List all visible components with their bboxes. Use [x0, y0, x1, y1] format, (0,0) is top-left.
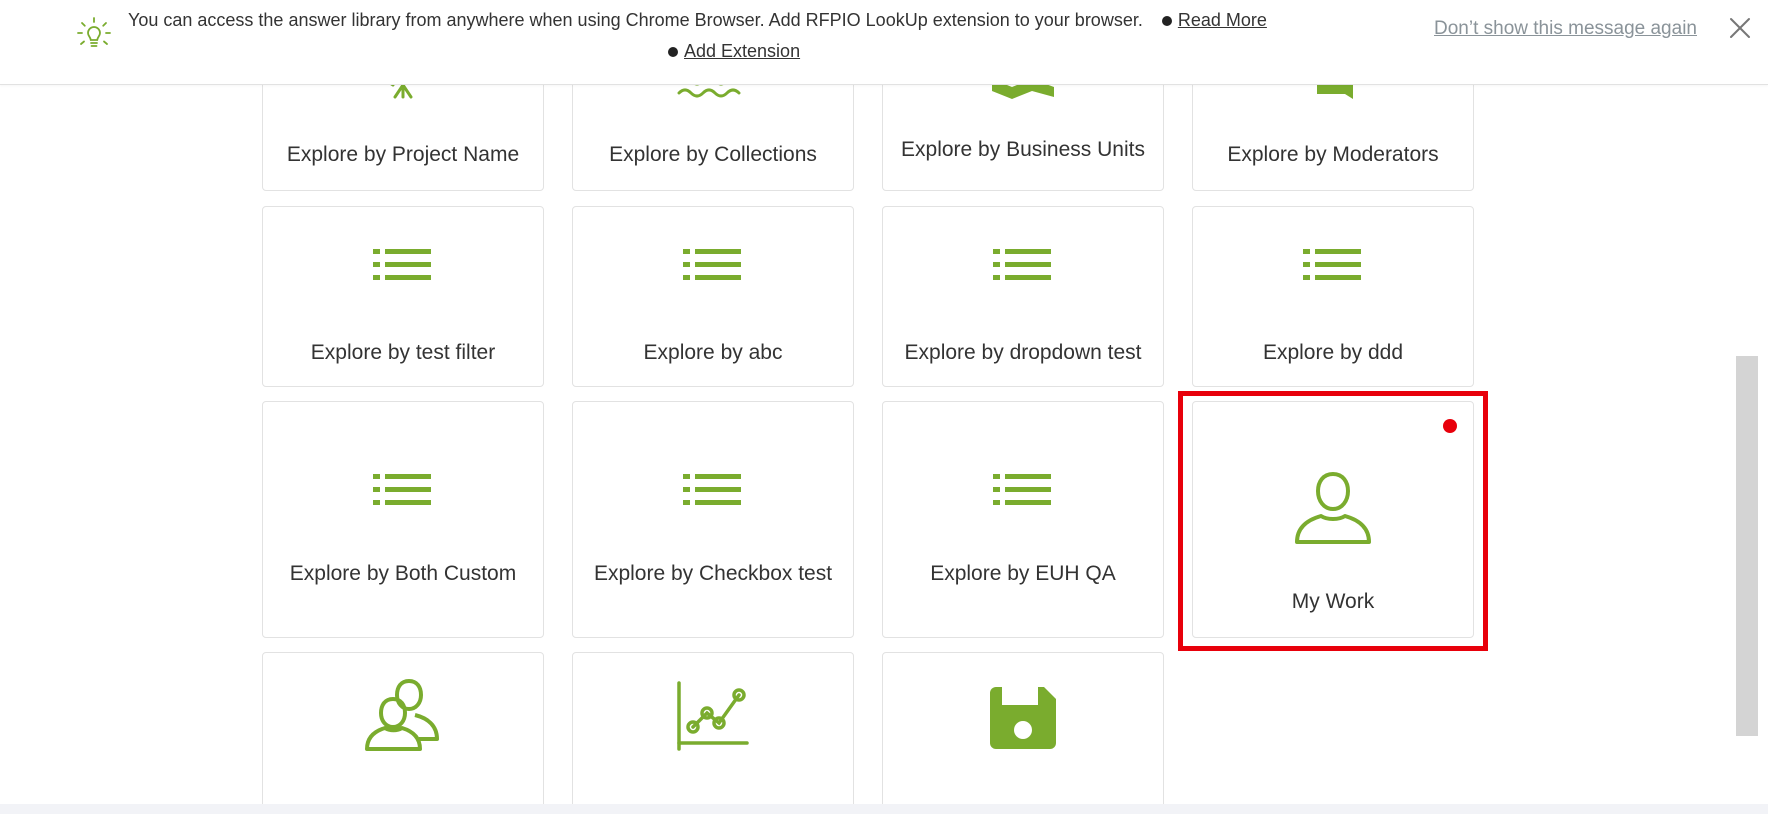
tile-label: Explore by Checkbox test [593, 562, 833, 585]
list-icon [683, 249, 741, 280]
tile-users[interactable] [262, 652, 544, 812]
tile-ddd[interactable]: Explore by ddd [1192, 206, 1474, 387]
user-icon [1295, 472, 1371, 544]
tile-test-filter[interactable]: Explore by test filter [262, 206, 544, 387]
tile-label: Explore by abc [643, 341, 783, 364]
users-icon [365, 679, 439, 751]
list-icon [683, 474, 741, 505]
tile-label: Explore by Collections [609, 143, 817, 166]
tile-label: Explore by test filter [310, 341, 496, 364]
tile-my-work[interactable]: My Work [1192, 401, 1474, 638]
tile-label: Explore by Project Name [286, 143, 520, 166]
list-icon [373, 249, 431, 280]
banner-text-line2: Add Extension [668, 41, 800, 62]
add-extension-link[interactable]: Add Extension [684, 41, 800, 61]
tile-label: My Work [1291, 590, 1375, 613]
line-chart-icon [677, 681, 749, 751]
bullet-icon [668, 46, 678, 57]
tile-abc[interactable]: Explore by abc [572, 206, 854, 387]
tile-label: Explore by dropdown test [904, 341, 1142, 364]
tile-label: Explore by Moderators [1227, 143, 1439, 166]
notification-dot [1443, 419, 1457, 433]
notification-banner: You can access the answer library from a… [0, 0, 1768, 85]
close-icon[interactable] [1728, 16, 1752, 40]
tile-analytics[interactable] [572, 652, 854, 812]
list-icon [1303, 249, 1361, 280]
tile-dropdown-test[interactable]: Explore by dropdown test [882, 206, 1164, 387]
tile-label: Explore by Business Units [901, 138, 1145, 161]
scrollbar-thumb[interactable] [1736, 356, 1758, 736]
tile-label: Explore by EUH QA [930, 562, 1116, 585]
tile-checkbox-test[interactable]: Explore by Checkbox test [572, 401, 854, 638]
tile-label: Explore by Both Custom [289, 562, 517, 585]
dont-show-again-link[interactable]: Don’t show this message again [1434, 18, 1697, 40]
lightbulb-icon [77, 17, 111, 47]
tile-euh-qa[interactable]: Explore by EUH QA [882, 401, 1164, 638]
read-more-link[interactable]: Read More [1178, 10, 1267, 30]
save-icon [990, 687, 1056, 749]
list-icon [373, 474, 431, 505]
bottom-strip [0, 804, 1768, 814]
tile-both-custom[interactable]: Explore by Both Custom [262, 401, 544, 638]
banner-message: You can access the answer library from a… [128, 10, 1143, 30]
tile-label: Explore by ddd [1262, 341, 1404, 364]
tile-saved[interactable] [882, 652, 1164, 812]
bullet-icon [1161, 15, 1172, 26]
banner-text: You can access the answer library from a… [128, 10, 1267, 31]
list-icon [993, 249, 1051, 280]
list-icon [993, 474, 1051, 505]
